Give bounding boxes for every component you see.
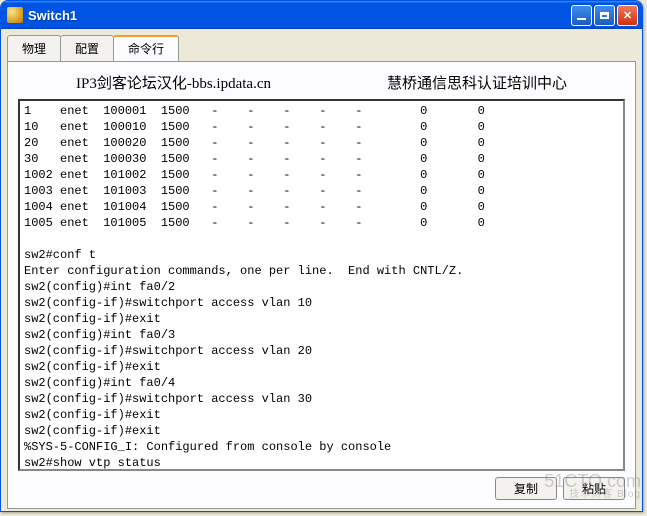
app-icon <box>7 7 23 23</box>
tab-physical[interactable]: 物理 <box>7 35 61 61</box>
app-window: Switch1 物理 配置 命令行 IP3剑客论坛汉化-bbs.ipdata.c… <box>0 0 643 512</box>
tab-strip: 物理 配置 命令行 <box>1 29 642 61</box>
banner: IP3剑客论坛汉化-bbs.ipdata.cn 慧桥通信思科认证培训中心 <box>18 70 625 99</box>
tab-config[interactable]: 配置 <box>60 35 114 61</box>
button-row: 复制 粘贴 <box>18 471 625 500</box>
window-title: Switch1 <box>28 8 571 23</box>
banner-right: 慧桥通信思科认证培训中心 <box>387 72 567 93</box>
paste-button[interactable]: 粘贴 <box>563 477 625 500</box>
window-buttons <box>571 5 638 26</box>
titlebar[interactable]: Switch1 <box>1 1 642 29</box>
copy-button[interactable]: 复制 <box>495 477 557 500</box>
close-button[interactable] <box>617 5 638 26</box>
maximize-button[interactable] <box>594 5 615 26</box>
cli-terminal[interactable]: 1 enet 100001 1500 - - - - - 0 0 10 enet… <box>18 99 625 471</box>
minimize-button[interactable] <box>571 5 592 26</box>
banner-left: IP3剑客论坛汉化-bbs.ipdata.cn <box>76 72 271 93</box>
tab-panel-cli: IP3剑客论坛汉化-bbs.ipdata.cn 慧桥通信思科认证培训中心 1 e… <box>7 61 636 509</box>
tab-cli[interactable]: 命令行 <box>113 35 179 61</box>
